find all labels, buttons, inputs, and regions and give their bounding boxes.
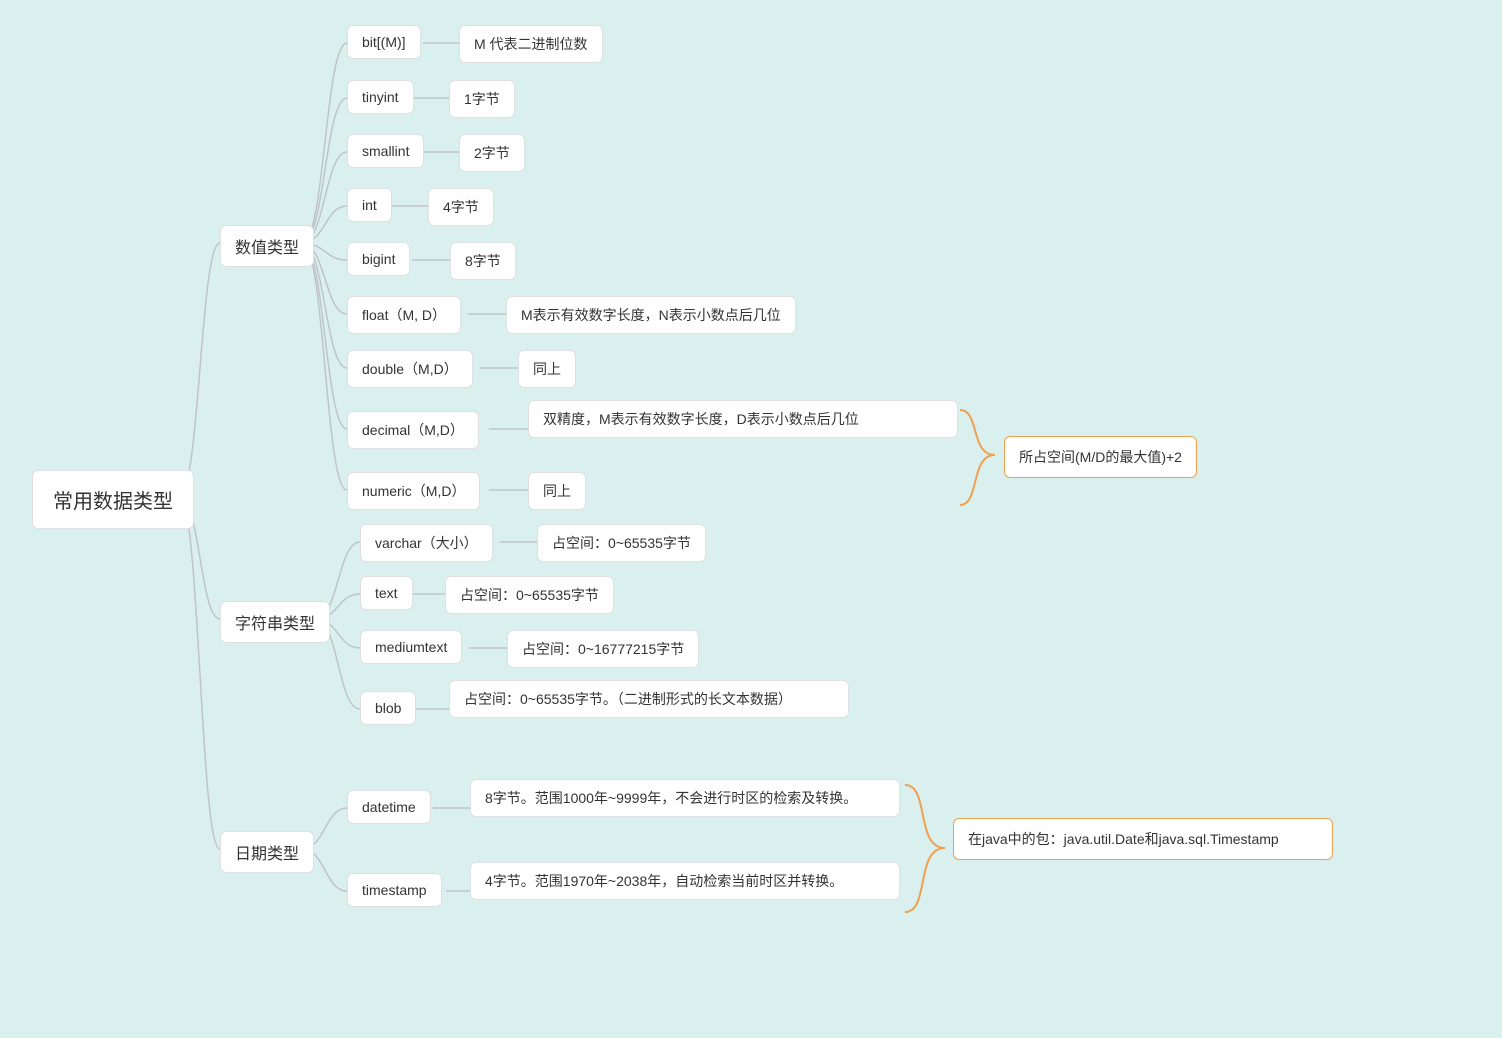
numeric-smallint-desc[interactable]: 2字节 (459, 134, 525, 172)
numeric-numeric-name[interactable]: numeric（M,D） (347, 472, 480, 510)
numeric-numeric-desc[interactable]: 同上 (528, 472, 586, 510)
category-string[interactable]: 字符串类型 (220, 601, 330, 643)
numeric-tinyint-desc[interactable]: 1字节 (449, 80, 515, 118)
category-numeric[interactable]: 数值类型 (220, 225, 314, 267)
numeric-decimal-name[interactable]: decimal（M,D） (347, 411, 479, 449)
string-blob-name[interactable]: blob (360, 691, 416, 725)
string-varchar-desc[interactable]: 占空间：0~65535字节 (537, 524, 706, 562)
annotation-decimal-space[interactable]: 所占空间(M/D的最大值)+2 (1004, 436, 1197, 478)
numeric-bigint-desc[interactable]: 8字节 (450, 242, 516, 280)
numeric-int-name[interactable]: int (347, 188, 392, 222)
string-text-desc[interactable]: 占空间：0~65535字节 (445, 576, 614, 614)
string-mediumtext-desc[interactable]: 占空间：0~16777215字节 (507, 630, 699, 668)
numeric-bigint-name[interactable]: bigint (347, 242, 410, 276)
date-timestamp-name[interactable]: timestamp (347, 873, 442, 907)
numeric-bit-desc[interactable]: M 代表二进制位数 (459, 25, 603, 63)
category-date[interactable]: 日期类型 (220, 831, 314, 873)
string-varchar-name[interactable]: varchar（大小） (360, 524, 493, 562)
numeric-double-desc[interactable]: 同上 (518, 350, 576, 388)
numeric-int-desc[interactable]: 4字节 (428, 188, 494, 226)
numeric-smallint-name[interactable]: smallint (347, 134, 424, 168)
string-text-name[interactable]: text (360, 576, 413, 610)
string-blob-desc[interactable]: 占空间：0~65535字节。（二进制形式的长文本数据） (449, 680, 849, 718)
date-timestamp-desc[interactable]: 4字节。范围1970年~2038年，自动检索当前时区并转换。 (470, 862, 900, 900)
numeric-double-name[interactable]: double（M,D） (347, 350, 473, 388)
numeric-float-desc[interactable]: M表示有效数字长度，N表示小数点后几位 (506, 296, 796, 334)
numeric-tinyint-name[interactable]: tinyint (347, 80, 414, 114)
numeric-bit-name[interactable]: bit[(M)] (347, 25, 421, 59)
annotation-java-packages[interactable]: 在java中的包：java.util.Date和java.sql.Timesta… (953, 818, 1333, 860)
string-mediumtext-name[interactable]: mediumtext (360, 630, 462, 664)
date-datetime-name[interactable]: datetime (347, 790, 431, 824)
numeric-float-name[interactable]: float（M, D） (347, 296, 461, 334)
numeric-decimal-desc[interactable]: 双精度，M表示有效数字长度，D表示小数点后几位 (528, 400, 958, 438)
root-node[interactable]: 常用数据类型 (32, 470, 194, 529)
date-datetime-desc[interactable]: 8字节。范围1000年~9999年，不会进行时区的检索及转换。 (470, 779, 900, 817)
